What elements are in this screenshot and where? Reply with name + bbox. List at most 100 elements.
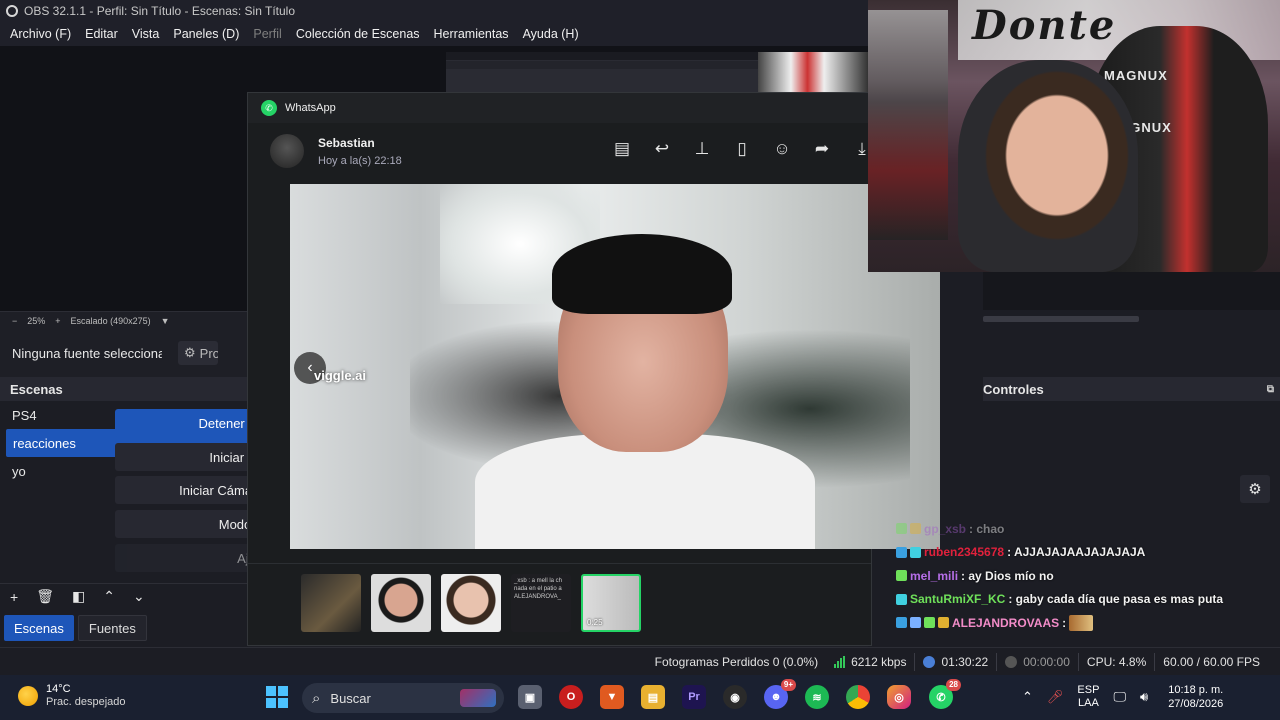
task-view-icon[interactable]: ▣	[518, 685, 542, 709]
weather-sun-icon	[18, 686, 38, 706]
emoji-icon[interactable]: ☺	[773, 139, 791, 159]
webcam-feed: Donte MAGNUX MAGNUX	[868, 0, 1280, 272]
reply-icon[interactable]: ↩	[653, 139, 671, 159]
whatsapp-logo-icon: ✆	[261, 100, 277, 116]
windows-start-icon[interactable]	[266, 686, 288, 708]
weather-widget[interactable]: 14°C Prac. despejado	[18, 683, 126, 709]
emote-icon	[1069, 614, 1094, 631]
streaming-status-icon	[923, 655, 936, 668]
weather-text: 14°C Prac. despejado	[46, 683, 126, 709]
record-time: 00:00:00	[997, 655, 1078, 669]
preview-zoom-bar: − 25% + Escalado (490x275) ▼	[0, 311, 248, 329]
avatar[interactable]	[270, 134, 304, 168]
media-video[interactable]: ‹ viggle.ai	[290, 184, 940, 549]
discord-badge: 9+	[780, 679, 796, 691]
system-tray: ⌃ 🎤︎ ESP LAA 🖵 🔊︎ 10:18 p. m. 27/08/2026	[1022, 683, 1223, 711]
dropped-frames-text: Fotogramas Perdidos 0 (0.0%)	[654, 654, 819, 669]
pin-icon[interactable]: ⊥	[693, 139, 711, 159]
tab-fuentes[interactable]: Fuentes	[77, 615, 147, 641]
microphone-icon[interactable]: 🎤︎	[1047, 689, 1064, 705]
scenes-dock-title: Escenas	[0, 377, 248, 401]
whatsapp-taskbar-icon[interactable]: ✆ 28	[929, 679, 961, 709]
gear-icon: ⚙	[184, 345, 196, 360]
menu-perfil[interactable]: Perfil	[253, 27, 281, 41]
stream-time: 01:30:22	[915, 655, 996, 669]
properties-label: Propiedades	[199, 345, 218, 361]
menu-paneles[interactable]: Paneles (D)	[173, 27, 239, 41]
taskbar-search[interactable]: ⌕ Buscar	[302, 683, 504, 713]
message-timestamp: Hoy a la(s) 22:18	[318, 154, 402, 167]
opera-icon[interactable]: O	[559, 685, 583, 709]
move-down-icon[interactable]: ⌄	[133, 588, 145, 605]
chrome-icon[interactable]	[846, 685, 870, 709]
no-source-label: Ninguna fuente seleccionada	[12, 345, 162, 361]
media-thumbnail[interactable]	[301, 574, 361, 632]
file-explorer-icon[interactable]: ▤	[641, 685, 665, 709]
chat-message: gp_xsb : chao	[896, 517, 1276, 541]
fps-text: 60.00 / 60.00 FPS	[1163, 654, 1260, 669]
search-placeholder: Buscar	[330, 690, 371, 706]
message-icon[interactable]: ▤	[613, 139, 631, 159]
chat-message: mel_mili : ay Dios mío no	[896, 564, 1276, 588]
fps: 60.00 / 60.00 FPS	[1155, 655, 1268, 669]
graffiti-text: Donte	[972, 2, 1117, 49]
chat-message: SantuRmiXF_KC : gaby cada día que pasa e…	[896, 588, 1276, 612]
chevron-up-icon[interactable]: ⌃	[1022, 689, 1033, 705]
sender-name: Sebastian	[318, 135, 375, 150]
badge-icon	[910, 523, 921, 535]
cpu-usage: CPU: 4.8%	[1079, 655, 1154, 669]
media-thumbnail-selected[interactable]: 0:25	[581, 574, 641, 632]
obs-app-icon[interactable]: ◉	[723, 685, 747, 709]
media-thumbnail[interactable]: _xsb : a mell la ch nada en el patio a A…	[511, 574, 571, 632]
add-scene-icon[interactable]: +	[10, 589, 18, 605]
network-icon[interactable]: 🖵	[1113, 689, 1126, 705]
chat-text: : gaby cada día que pasa es mas puta	[1008, 592, 1224, 607]
weather-condition: Prac. despejado	[46, 696, 126, 708]
chat-text: : chao	[969, 521, 1005, 536]
badge-icon	[896, 593, 907, 605]
media-viewer-header: Sebastian Hoy a la(s) 22:18 ▤ ↩ ⊥ ▯ ☺ ➦ …	[248, 123, 871, 179]
discord-icon[interactable]: ☻ 9+	[764, 679, 796, 709]
badge-icon	[910, 546, 921, 558]
badge-icon	[896, 570, 907, 582]
video-duration: 0:25	[587, 618, 603, 627]
spotify-icon[interactable]: ≋	[805, 685, 829, 709]
brave-icon[interactable]: ▼	[600, 685, 624, 709]
search-icon: ⌕	[312, 689, 321, 707]
float-dock-icon[interactable]: ⧉	[1267, 384, 1274, 395]
menu-editar[interactable]: Editar	[85, 27, 118, 41]
zoom-out-button[interactable]: −	[12, 316, 17, 326]
properties-button[interactable]: ⚙ Propiedades	[178, 341, 218, 365]
media-thumbnail[interactable]	[371, 574, 431, 632]
zoom-level: 25%	[27, 315, 46, 326]
filter-icon[interactable]: ◧	[72, 588, 85, 605]
trash-icon[interactable]: 🗑	[36, 588, 54, 605]
bookmark-icon[interactable]: ▯	[733, 139, 751, 159]
badge-icon	[938, 617, 949, 629]
menu-coleccion-escenas[interactable]: Colección de Escenas	[296, 27, 420, 41]
menu-herramientas[interactable]: Herramientas	[434, 27, 509, 41]
scaling-dropdown-icon[interactable]: ▼	[161, 316, 170, 326]
clock[interactable]: 10:18 p. m. 27/08/2026	[1168, 683, 1223, 711]
source-toolbar: Ninguna fuente seleccionada ⚙ Propiedade…	[0, 338, 248, 368]
chat-username: SantuRmiXF_KC	[910, 592, 1006, 607]
instagram-icon[interactable]: ◎	[887, 685, 911, 709]
zoom-in-button[interactable]: +	[55, 316, 60, 326]
premiere-pro-icon[interactable]: Pr	[682, 685, 706, 709]
chat-text: : AJJAJAJAAJAJAJAJA	[1007, 545, 1146, 560]
scrollbar[interactable]	[983, 316, 1139, 322]
tab-escenas[interactable]: Escenas	[4, 615, 74, 641]
forward-icon[interactable]: ➦	[813, 139, 831, 159]
sender-info: Sebastian Hoy a la(s) 22:18	[318, 136, 402, 167]
bitrate: 6212 kbps	[826, 655, 914, 669]
menu-vista[interactable]: Vista	[132, 27, 160, 41]
volume-icon[interactable]: 🔊︎	[1140, 689, 1148, 705]
virtualcam-settings-gear-icon[interactable]: ⚙	[1240, 475, 1270, 503]
media-thumbnail[interactable]	[441, 574, 501, 632]
language-indicator[interactable]: ESP LAA	[1077, 684, 1099, 710]
move-up-icon[interactable]: ⌃	[103, 588, 115, 605]
menu-ayuda[interactable]: Ayuda (H)	[523, 27, 579, 41]
menu-archivo[interactable]: Archivo (F)	[10, 27, 71, 41]
chat-username: ALEJANDROVAAS	[952, 615, 1060, 630]
temperature: 14°C	[46, 683, 71, 695]
